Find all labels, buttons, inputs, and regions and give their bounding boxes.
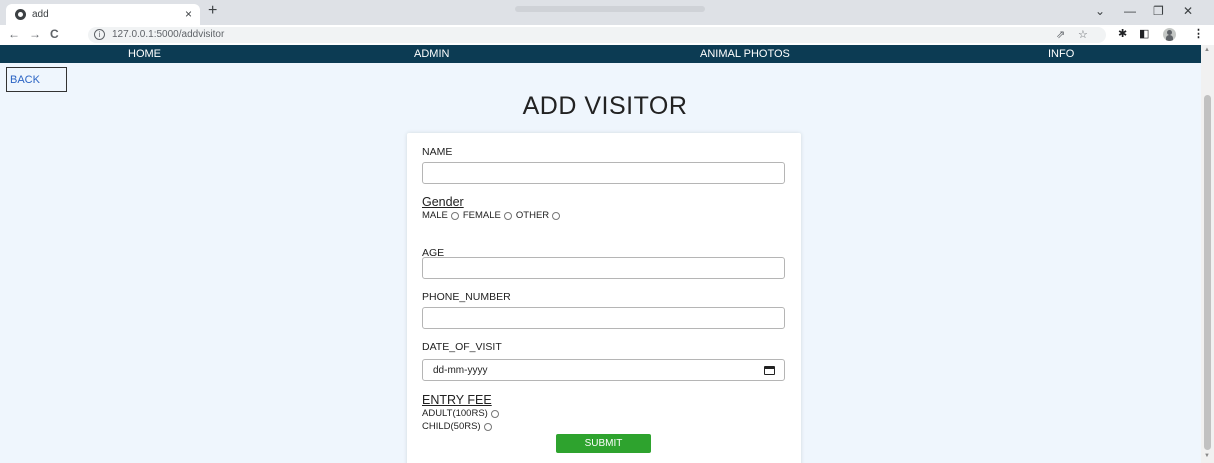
star-icon[interactable]: ☆ <box>1078 28 1088 41</box>
back-arrow-icon[interactable]: ← <box>8 27 20 41</box>
gender-female-label: FEMALE <box>462 210 501 221</box>
gender-other-label: OTHER <box>515 210 550 221</box>
date-input[interactable]: dd-mm-yyyy <box>422 359 785 381</box>
fee-child-radio[interactable] <box>483 422 492 431</box>
info-icon[interactable]: i <box>94 29 105 40</box>
scroll-thumb[interactable] <box>1204 95 1211 450</box>
gender-male-radio[interactable] <box>450 211 459 220</box>
fee-child-row: CHILD(50RS) <box>422 421 496 432</box>
visitor-form: NAME Gender MALE FEMALE OTHER AGE PHONE_… <box>407 133 801 463</box>
tab-search-icon[interactable]: ⌄ <box>1095 4 1105 18</box>
globe-icon <box>15 9 26 20</box>
calendar-icon[interactable] <box>764 366 775 375</box>
minimize-icon[interactable]: — <box>1124 4 1136 18</box>
new-tab-icon[interactable]: + <box>208 2 217 20</box>
fee-adult-label: ADULT(100RS) <box>422 408 488 419</box>
tab-strip-drag-area <box>515 6 705 12</box>
close-window-icon[interactable]: ✕ <box>1183 4 1193 18</box>
gender-male-label: MALE <box>422 210 448 221</box>
share-icon[interactable]: ⇗ <box>1056 28 1065 41</box>
restore-icon[interactable]: ❐ <box>1153 4 1164 18</box>
forward-arrow-icon[interactable]: → <box>29 27 41 41</box>
browser-toolbar: ← → C i 127.0.0.1:5000/addvisitor ⇗ ☆ ✱ … <box>0 25 1214 45</box>
profile-icon[interactable] <box>1163 28 1176 41</box>
scroll-down-icon[interactable]: ▼ <box>1204 453 1210 459</box>
address-bar[interactable]: i 127.0.0.1:5000/addvisitor ⇗ ☆ <box>88 27 1106 43</box>
age-input[interactable] <box>422 257 785 279</box>
menu-icon[interactable]: ⋮ <box>1193 27 1204 40</box>
scroll-up-icon[interactable]: ▲ <box>1204 47 1210 53</box>
gender-options: MALE FEMALE OTHER <box>422 210 564 221</box>
nav-admin[interactable]: ADMIN <box>414 48 449 60</box>
fee-child-label: CHILD(50RS) <box>422 421 481 432</box>
url-text[interactable]: 127.0.0.1:5000/addvisitor <box>112 29 224 40</box>
reload-icon[interactable]: C <box>50 27 59 41</box>
name-input[interactable] <box>422 162 785 184</box>
phone-input[interactable] <box>422 307 785 329</box>
tab-close-icon[interactable]: × <box>185 7 192 21</box>
browser-tab-strip: add × + ⌄ — ❐ ✕ <box>0 0 1214 25</box>
nav-home[interactable]: HOME <box>128 48 161 60</box>
submit-button[interactable]: SUBMIT <box>556 434 651 453</box>
sidepanel-icon[interactable]: ◧ <box>1139 27 1149 40</box>
extension-icon[interactable]: ✱ <box>1118 27 1127 40</box>
site-navbar: HOME ADMIN ANIMAL PHOTOS INFO <box>0 45 1201 63</box>
nav-info[interactable]: INFO <box>1048 48 1074 60</box>
page-title: ADD VISITOR <box>522 92 688 120</box>
page-scrollbar[interactable]: ▲ ▼ <box>1201 45 1214 463</box>
gender-title: Gender <box>422 195 464 209</box>
fee-adult-row: ADULT(100RS) <box>422 408 503 419</box>
tab-title: add <box>32 9 49 20</box>
browser-tab[interactable]: add × <box>6 4 200 25</box>
entry-fee-title: ENTRY FEE <box>422 393 492 407</box>
name-label: NAME <box>422 146 453 158</box>
nav-animal-photos[interactable]: ANIMAL PHOTOS <box>700 48 790 60</box>
fee-adult-radio[interactable] <box>490 409 499 418</box>
back-button[interactable]: BACK <box>6 67 67 92</box>
gender-female-radio[interactable] <box>503 211 512 220</box>
date-placeholder: dd-mm-yyyy <box>433 365 488 376</box>
phone-label: PHONE_NUMBER <box>422 291 511 303</box>
gender-other-radio[interactable] <box>552 211 561 220</box>
date-label: DATE_OF_VISIT <box>422 341 502 353</box>
page-viewport: HOME ADMIN ANIMAL PHOTOS INFO BACK ADD V… <box>0 45 1214 463</box>
